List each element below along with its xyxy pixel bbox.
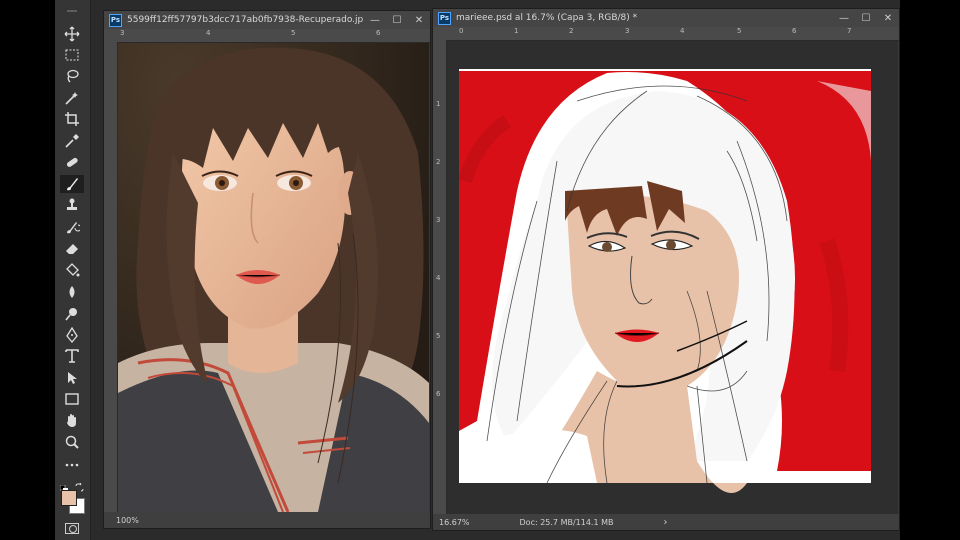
minimize-button[interactable]: — [833, 9, 855, 27]
main-document-title: marieee.psd al 16.7% (Capa 3, RGB/8) * [456, 13, 638, 23]
maximize-button[interactable]: ☐ [386, 11, 408, 29]
main-status-bar: 16.67% Doc: 25.7 MB/114.1 MB › [433, 514, 899, 530]
main-zoom-level[interactable]: 16.67% [439, 518, 470, 527]
main-document-window: Ps marieee.psd al 16.7% (Capa 3, RGB/8) … [432, 8, 900, 531]
ruler-label: 4 [436, 274, 441, 282]
maximize-button[interactable]: ☐ [855, 9, 877, 27]
ruler-label: 3 [120, 29, 125, 37]
reference-photo [118, 43, 429, 512]
marquee-tool-icon[interactable] [60, 46, 84, 64]
horizontal-ruler[interactable]: 3 4 5 6 [118, 29, 430, 43]
vertical-ruler[interactable]: 1 2 3 4 5 6 [433, 40, 447, 514]
vertical-ruler[interactable] [104, 42, 118, 512]
ruler-label: 6 [436, 390, 441, 398]
ruler-label: 6 [792, 27, 797, 35]
eraser-tool-icon[interactable] [60, 239, 84, 257]
ruler-label: 5 [737, 27, 742, 35]
ruler-label: 1 [514, 27, 519, 35]
close-button[interactable]: ✕ [408, 11, 430, 29]
ruler-label: 4 [680, 27, 685, 35]
ruler-label: 3 [625, 27, 630, 35]
foreground-color-swatch[interactable] [61, 490, 77, 506]
more-tools-icon[interactable] [60, 456, 84, 474]
status-menu-arrow-icon[interactable]: › [663, 517, 667, 528]
reference-status-bar: 100% [104, 512, 430, 528]
type-tool-icon[interactable] [60, 347, 84, 365]
reference-titlebar[interactable]: Ps 5599ff12ff57797b3dcc717ab0fb7938-Recu… [104, 11, 430, 29]
reference-document-title: 5599ff12ff57797b3dcc717ab0fb7938-Recuper… [127, 15, 364, 25]
magic-wand-tool-icon[interactable] [60, 89, 84, 107]
move-tool-icon[interactable] [60, 25, 84, 43]
ruler-label: 5 [436, 332, 441, 340]
dodge-tool-icon[interactable] [60, 305, 84, 323]
ruler-label: 1 [436, 100, 441, 108]
ruler-label: 2 [569, 27, 574, 35]
rectangle-tool-icon[interactable] [60, 390, 84, 408]
hand-tool-icon[interactable] [60, 411, 84, 429]
path-selection-tool-icon[interactable] [60, 369, 84, 387]
swap-colors-icon[interactable] [75, 477, 84, 492]
healing-brush-tool-icon[interactable] [60, 153, 84, 171]
panel-grip-icon[interactable] [60, 2, 84, 20]
lasso-tool-icon[interactable] [60, 67, 84, 85]
close-button[interactable]: ✕ [877, 9, 899, 27]
blur-tool-icon[interactable] [60, 283, 84, 301]
reference-canvas[interactable] [118, 43, 429, 512]
horizontal-ruler[interactable]: 0 1 2 3 4 5 6 7 [447, 27, 899, 41]
brush-tool-icon[interactable] [60, 175, 84, 193]
eyedropper-tool-icon[interactable] [60, 132, 84, 150]
painting-artwork [447, 41, 898, 514]
ruler-label: 3 [436, 216, 441, 224]
ruler-label: 4 [206, 29, 211, 37]
ruler-label: 2 [436, 158, 441, 166]
reference-document-window: Ps 5599ff12ff57797b3dcc717ab0fb7938-Recu… [103, 10, 431, 529]
minimize-button[interactable]: — [364, 11, 386, 29]
default-colors-icon[interactable] [59, 478, 68, 493]
history-brush-tool-icon[interactable] [60, 218, 84, 236]
main-canvas[interactable] [447, 41, 898, 514]
clone-stamp-tool-icon[interactable] [60, 196, 84, 214]
ruler-origin[interactable] [433, 27, 447, 40]
photoshop-icon: Ps [109, 13, 122, 27]
ruler-label: 0 [459, 27, 464, 35]
main-titlebar[interactable]: Ps marieee.psd al 16.7% (Capa 3, RGB/8) … [433, 9, 899, 27]
reference-zoom-level[interactable]: 100% [116, 516, 139, 525]
ruler-label: 7 [847, 27, 852, 35]
tools-panel [55, 0, 91, 540]
ruler-label: 6 [376, 29, 381, 37]
ruler-label: 5 [291, 29, 296, 37]
ruler-origin[interactable] [104, 29, 118, 42]
paint-bucket-tool-icon[interactable] [60, 261, 84, 279]
quick-mask-icon[interactable] [65, 523, 79, 534]
zoom-tool-icon[interactable] [60, 433, 84, 451]
photoshop-icon: Ps [438, 11, 451, 25]
crop-tool-icon[interactable] [60, 110, 84, 128]
pen-tool-icon[interactable] [60, 326, 84, 344]
document-size-info: Doc: 25.7 MB/114.1 MB [519, 517, 614, 527]
